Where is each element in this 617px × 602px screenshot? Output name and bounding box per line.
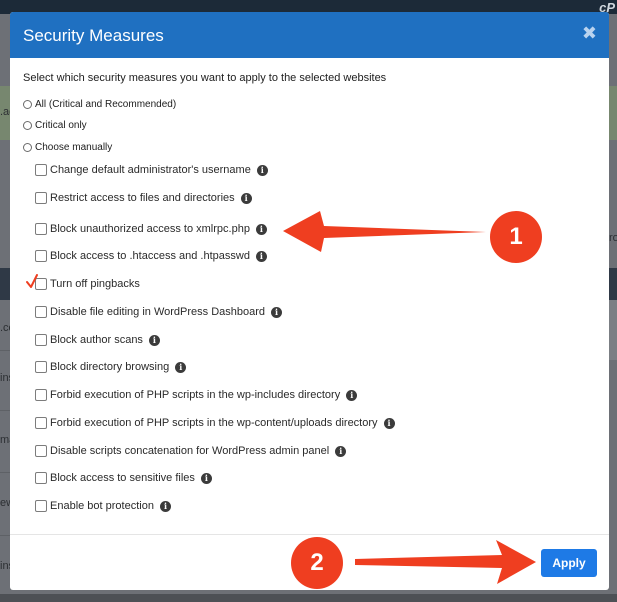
annotation-layer	[283, 211, 536, 584]
arrow-to-xmlrpc-annotation	[283, 211, 486, 252]
step-2-badge: 2	[291, 537, 343, 589]
step-1-badge: 1	[490, 211, 542, 263]
arrow-to-apply-annotation	[355, 540, 536, 584]
